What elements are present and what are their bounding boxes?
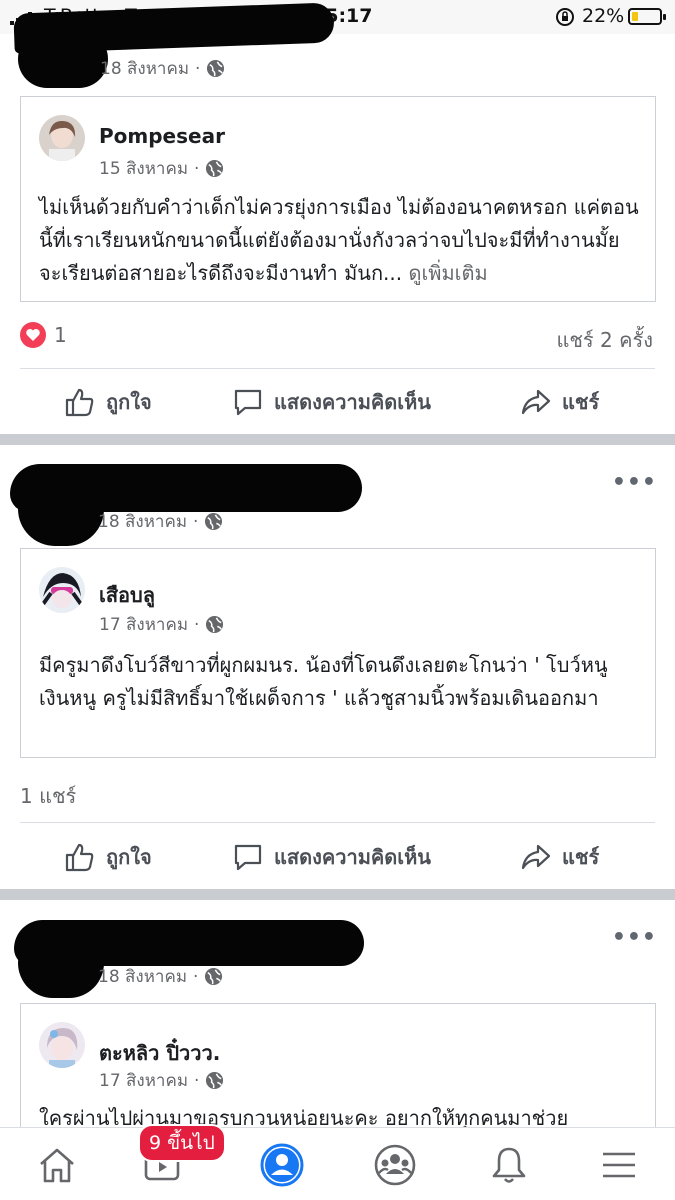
comment-button[interactable]: แสดงความคิดเห็น [232, 374, 431, 430]
shared-author-name[interactable]: ตะหลิว ปิ๋ววว. [99, 1037, 220, 1069]
bell-icon [492, 1147, 526, 1183]
post-options-button[interactable]: ••• [612, 470, 657, 495]
share-count[interactable]: 1 แชร์ [20, 780, 76, 812]
home-icon [40, 1148, 74, 1183]
shared-author-name[interactable]: เสือบลู [99, 579, 155, 611]
share-button[interactable]: แชร์ [520, 829, 599, 885]
post-date: 18 สิงหาคม · [98, 508, 223, 535]
post-separator [0, 434, 675, 445]
battery-icon [628, 8, 666, 25]
reaction-count: 1 [54, 323, 67, 347]
comment-icon [234, 389, 262, 416]
battery-percent: 22% [582, 5, 625, 27]
notification-badge: 9 ขึ้นไป [138, 1124, 226, 1162]
post-actions: ถูกใจ แสดงความคิดเห็น แชร์ [0, 374, 675, 430]
reaction-summary[interactable]: 1 [20, 322, 67, 348]
divider [20, 368, 655, 369]
see-more-link[interactable]: ดูเพิ่มเติม [408, 261, 487, 285]
globe-icon [206, 1071, 224, 1090]
thumbs-up-icon [65, 388, 94, 417]
share-arrow-icon [521, 844, 551, 870]
post-separator [0, 889, 675, 900]
redacted-avatar [18, 472, 104, 546]
like-button[interactable]: ถูกใจ [64, 829, 152, 885]
tab-profile[interactable] [257, 1140, 307, 1190]
globe-icon [207, 59, 225, 78]
comment-button[interactable]: แสดงความคิดเห็น [232, 829, 431, 885]
divider [20, 822, 655, 823]
comment-icon [234, 844, 262, 871]
post-date: 18 สิงหาคม · [100, 55, 225, 82]
groups-icon [374, 1144, 416, 1186]
post-options-button[interactable]: ••• [612, 925, 657, 950]
shared-post-text: มีครูมาดึงโบว์สีขาวที่ผูกผมนร. น้องที่โด… [39, 653, 608, 710]
bottom-tab-bar: 9 ขึ้นไป [0, 1124, 675, 1200]
share-count[interactable]: แชร์ 2 ครั้ง [556, 324, 653, 356]
post-date: 18 สิงหาคม · [98, 963, 223, 990]
shared-post-date: 17 สิงหาคม · [99, 1067, 224, 1094]
shared-post-date: 17 สิงหาคม · [99, 611, 224, 638]
like-button[interactable]: ถูกใจ [64, 374, 152, 430]
rotation-lock-icon [555, 7, 575, 32]
shared-post-text: ไม่เห็นด้วยกับคำว่าเด็กไม่ควรยุ่งการเมือ… [39, 195, 639, 285]
globe-icon [205, 512, 223, 531]
shared-post[interactable]: Pompesear 15 สิงหาคม · ไม่เห็นด้วยกับคำว่… [20, 96, 656, 302]
globe-icon [206, 159, 224, 178]
profile-icon [260, 1143, 304, 1187]
post-actions: ถูกใจ แสดงความคิดเห็น แชร์ [0, 829, 675, 885]
menu-icon [603, 1152, 635, 1178]
shared-post-date: 15 สิงหาคม · [99, 155, 224, 182]
share-arrow-icon [521, 389, 551, 415]
thumbs-up-icon [65, 843, 94, 872]
tab-home[interactable] [32, 1140, 82, 1190]
globe-icon [206, 615, 224, 634]
globe-icon [205, 967, 223, 986]
tab-notifications[interactable] [484, 1140, 534, 1190]
avatar[interactable] [39, 1022, 85, 1068]
shared-author-name[interactable]: Pompesear [99, 124, 225, 148]
heart-icon [20, 322, 46, 348]
redacted-avatar [18, 928, 104, 998]
shared-post[interactable]: เสือบลู 17 สิงหาคม · มีครูมาดึงโบว์สีขาวท… [20, 548, 656, 758]
redacted-avatar [18, 30, 108, 88]
avatar[interactable] [39, 115, 85, 161]
tab-menu[interactable] [594, 1140, 644, 1190]
avatar[interactable] [39, 567, 85, 613]
tab-groups[interactable] [370, 1140, 420, 1190]
share-button[interactable]: แชร์ [520, 374, 599, 430]
